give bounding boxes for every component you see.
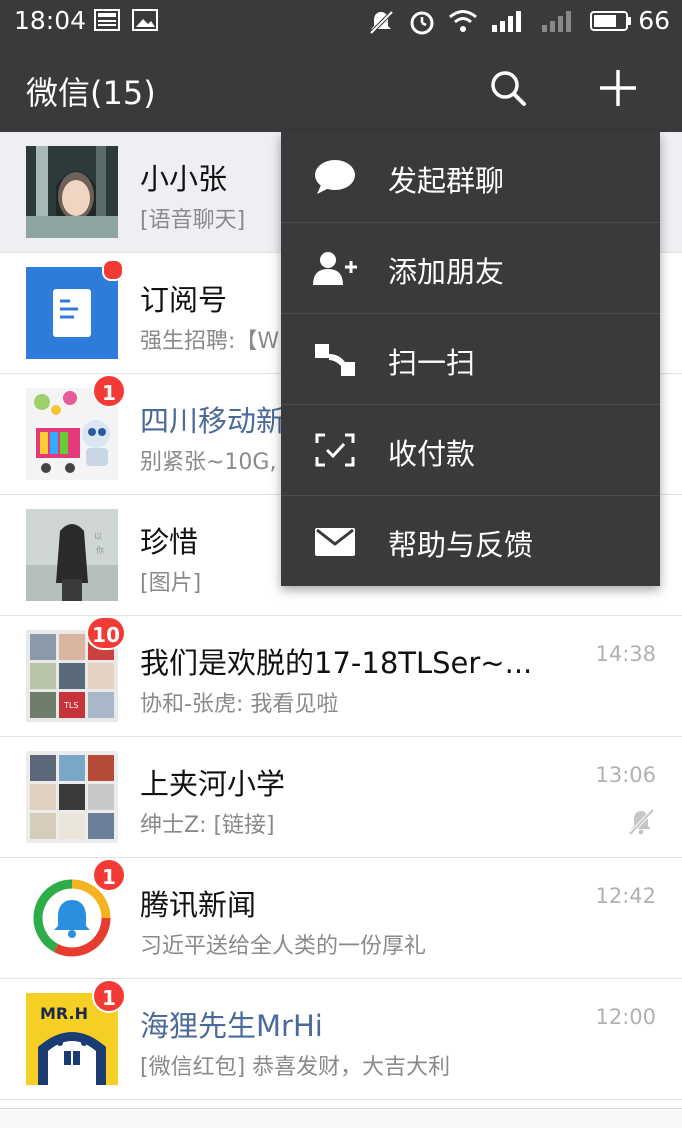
avatar — [26, 259, 124, 359]
chat-time: 14:38 — [595, 642, 656, 666]
chat-preview: [图片] — [140, 571, 202, 596]
scan-icon — [315, 344, 355, 376]
image-icon — [132, 9, 158, 31]
bottom-tab-bar[interactable] — [0, 1108, 682, 1128]
menu-item-add-friend[interactable]: 添加朋友 — [281, 223, 660, 314]
chat-name: 珍惜 — [140, 525, 199, 559]
unread-badge: 10 — [86, 616, 126, 650]
chat-bubble-icon — [315, 160, 355, 194]
chat-name: 海狸先生MrHi — [140, 1009, 323, 1043]
chat-preview: 协和-张虎: 我看见啦 — [140, 692, 339, 717]
chat-time: 12:42 — [595, 884, 656, 908]
unread-dot — [102, 259, 124, 281]
status-bar: 18:04 66 — [0, 0, 682, 42]
chat-preview: [语音聊天] — [140, 208, 246, 233]
chat-name: 上夹河小学 — [140, 767, 286, 801]
chat-row[interactable]: TLS 10 我们是欢脱的17-18TLSer~... 协和-张虎: 我看见啦 … — [0, 616, 682, 737]
avatar — [26, 146, 118, 238]
muted-bell-icon — [628, 808, 655, 836]
menu-item-label: 收付款 — [388, 437, 476, 471]
svg-text:MR.H: MR.H — [40, 1004, 88, 1023]
chat-time: 13:06 — [595, 763, 656, 787]
chat-preview: 习近平送给全人类的一份厚礼 — [140, 934, 427, 959]
news-icon — [94, 9, 120, 31]
page-title: 微信(15) — [26, 74, 156, 112]
avatar: 1 — [26, 374, 126, 480]
menu-item-label: 帮助与反馈 — [388, 528, 534, 562]
chat-preview: 别紧张~10G, — [140, 450, 277, 475]
wifi-icon — [449, 10, 477, 32]
mail-icon — [315, 528, 355, 556]
unread-badge: 1 — [92, 858, 126, 892]
avatar: TLS 10 — [26, 616, 126, 722]
status-time: 18:04 — [14, 6, 87, 35]
chat-row[interactable]: 1 腾讯新闻 习近平送给全人类的一份厚礼 12:42 — [0, 858, 682, 979]
chat-name: 我们是欢脱的17-18TLSer~... — [140, 646, 533, 680]
avatar — [26, 751, 118, 843]
alarm-icon — [410, 11, 434, 35]
mute-icon — [369, 10, 394, 35]
chat-name: 订阅号 — [140, 283, 228, 317]
chat-preview: 强生招聘:【W — [140, 329, 280, 354]
menu-item-label: 发起群聊 — [388, 164, 505, 198]
avatar: 以 你 — [26, 509, 118, 601]
unread-badge: 1 — [92, 374, 126, 408]
chat-name: 腾讯新闻 — [140, 888, 257, 922]
menu-item-payment[interactable]: 收付款 — [281, 405, 660, 496]
chat-name: 四川移动新 — [140, 404, 286, 438]
menu-item-help-feedback[interactable]: 帮助与反馈 — [281, 496, 660, 586]
payment-icon — [315, 433, 355, 467]
app-header: 微信(15) — [0, 42, 682, 132]
plus-icon[interactable] — [596, 66, 640, 110]
chat-time: 12:00 — [595, 1005, 656, 1029]
plus-dropdown-menu: 发起群聊 添加朋友 扫一扫 收付款 帮助与反馈 — [281, 132, 660, 586]
add-friend-icon — [313, 252, 357, 285]
signal-3g-icon — [542, 11, 571, 32]
chat-row[interactable]: MR.H 1 海狸先生MrHi [微信红包] 恭喜发财，大吉大利 12:00 — [0, 979, 682, 1100]
avatar: MR.H 1 — [26, 979, 126, 1085]
chat-preview: 绅士Z: [链接] — [140, 813, 275, 838]
menu-item-scan[interactable]: 扫一扫 — [281, 314, 660, 405]
svg-text:TLS: TLS — [63, 701, 78, 710]
menu-item-label: 添加朋友 — [388, 255, 505, 289]
chat-preview: [微信红包] 恭喜发财，大吉大利 — [140, 1055, 451, 1080]
chat-name: 小小张 — [140, 162, 228, 196]
menu-item-group-chat[interactable]: 发起群聊 — [281, 132, 660, 223]
signal-icon — [492, 11, 521, 32]
svg-text:你: 你 — [96, 545, 104, 555]
unread-badge: 1 — [92, 979, 126, 1013]
chat-row[interactable]: 上夹河小学 绅士Z: [链接] 13:06 — [0, 737, 682, 858]
battery-level: 66 — [638, 6, 670, 35]
battery-icon — [590, 11, 631, 31]
menu-item-label: 扫一扫 — [388, 346, 476, 380]
svg-text:以: 以 — [94, 532, 102, 541]
avatar: 1 — [26, 858, 126, 964]
subscription-icon — [26, 267, 118, 359]
search-icon[interactable] — [486, 66, 530, 110]
